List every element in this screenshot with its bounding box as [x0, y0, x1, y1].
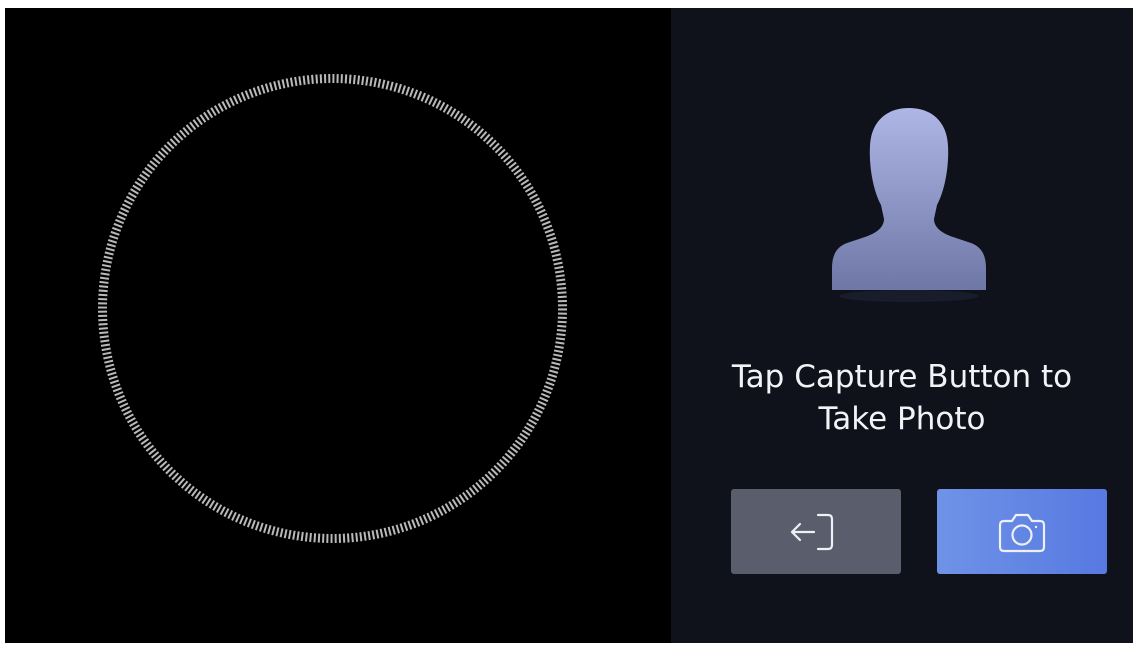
prompt-line-1: Tap Capture Button to [731, 359, 1073, 395]
prompt-line-2: Take Photo [818, 401, 986, 437]
capture-button[interactable] [937, 489, 1107, 574]
side-panel: Tap Capture Button to Take Photo [671, 8, 1133, 643]
exit-button[interactable] [731, 489, 901, 574]
face-capture-screen: Tap Capture Button to Take Photo [5, 8, 1133, 643]
capture-prompt: Tap Capture Button to Take Photo [671, 356, 1133, 440]
exit-arrow-icon [790, 513, 834, 550]
user-silhouette-icon [832, 108, 986, 302]
face-guide-ring [98, 74, 567, 543]
camera-preview [5, 8, 671, 643]
camera-icon [998, 513, 1046, 552]
